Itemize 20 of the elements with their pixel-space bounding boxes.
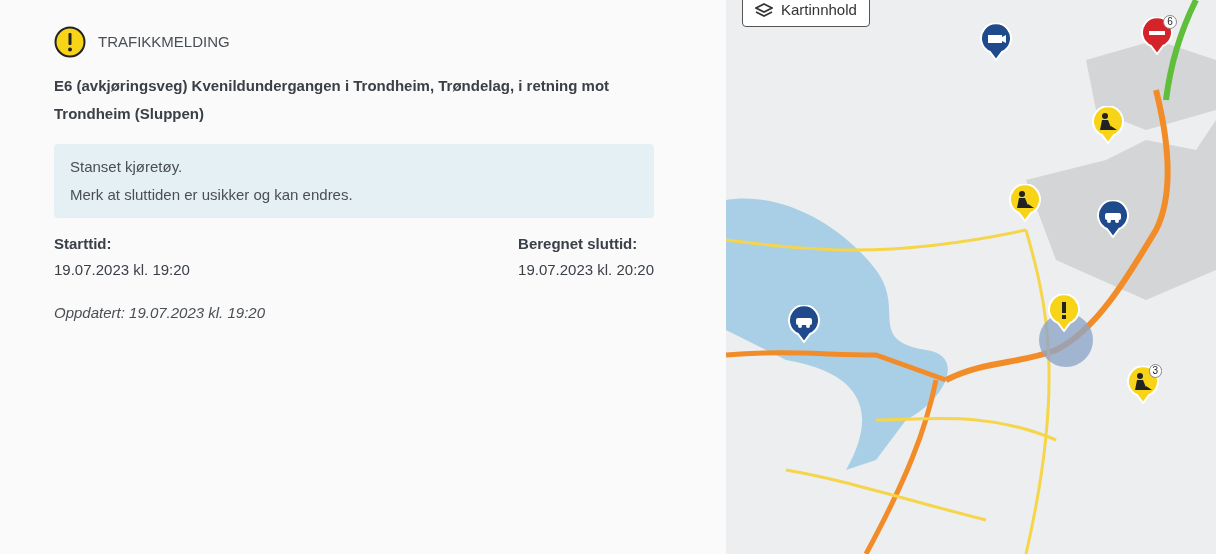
time-value: 19.07.2023 kl. 20:20 [518,260,654,280]
time-label: Starttid: [54,234,113,254]
message-title: E6 (avkjøringsveg) Kvenildundergangen i Trondheim, Trøndelag, i retning mot Trondheim (Sluppen) [54,76,611,124]
updated-text: Oppdatert: 19.07.2023 kl. 19:20 [54,303,266,323]
no-entry-marker-icon[interactable] [1141,17,1174,56]
category-label: TRAFIKKMELDING [98,31,230,52]
camera-marker-icon[interactable] [979,22,1012,61]
info-text: Merk at sluttiden er usikker og kan endres. [70,185,354,205]
time-label: Beregnet sluttid: [518,234,639,254]
car-marker-icon[interactable] [1097,200,1130,239]
car-marker-icon[interactable] [788,305,821,344]
layers-icon [755,3,773,18]
warning-icon [54,26,86,58]
map-content-button[interactable]: Kartinnhold [742,0,870,27]
roadwork-marker-icon[interactable] [1126,366,1159,405]
roadwork-marker-icon[interactable] [1092,106,1125,145]
info-text: Stanset kjøretøy. [70,157,184,177]
warning-marker-icon[interactable] [1048,294,1081,333]
roadwork-marker-icon[interactable] [1008,183,1041,222]
time-value: 19.07.2023 kl. 19:20 [54,260,190,280]
